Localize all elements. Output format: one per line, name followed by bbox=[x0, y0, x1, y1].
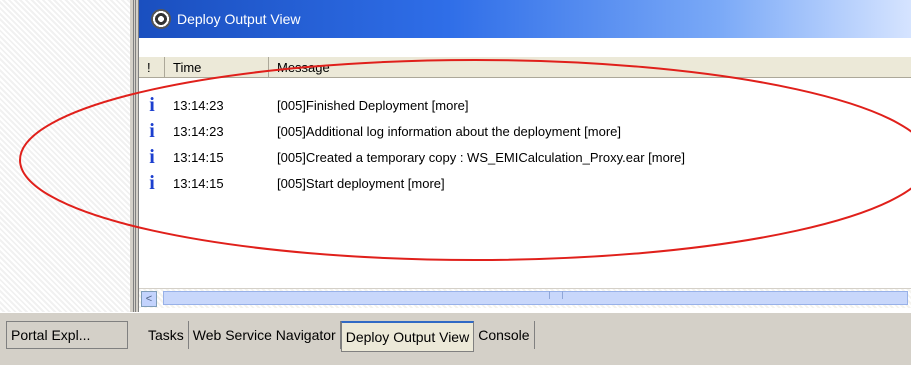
table-row[interactable]: i 13:14:15 [005]Start deployment [more] bbox=[139, 170, 911, 196]
table-row[interactable]: i 13:14:23 [005]Additional log informati… bbox=[139, 118, 911, 144]
splitter[interactable] bbox=[130, 0, 138, 312]
scroll-left-button[interactable]: < bbox=[141, 291, 157, 307]
row-time: 13:14:15 bbox=[173, 149, 224, 165]
horizontal-scrollbar[interactable]: < bbox=[139, 288, 911, 308]
table-row[interactable]: i 13:14:23 [005]Finished Deployment [mor… bbox=[139, 92, 911, 118]
view-tabs: Tasks Web Service Navigator Deploy Outpu… bbox=[144, 321, 535, 352]
view-title: Deploy Output View bbox=[177, 11, 301, 27]
log-table-body: i 13:14:23 [005]Finished Deployment [mor… bbox=[139, 92, 911, 196]
column-time[interactable]: Time bbox=[165, 57, 269, 77]
info-icon: i bbox=[149, 93, 155, 116]
tab-web-service-navigator[interactable]: Web Service Navigator bbox=[188, 321, 341, 349]
row-message: [005]Start deployment [more] bbox=[277, 175, 445, 191]
column-message[interactable]: Message bbox=[269, 57, 911, 77]
scroll-grip-icon bbox=[549, 291, 563, 299]
info-icon: i bbox=[149, 119, 155, 142]
info-icon: i bbox=[149, 171, 155, 194]
row-message: [005]Additional log information about th… bbox=[277, 123, 621, 139]
tab-console[interactable]: Console bbox=[474, 321, 535, 349]
tab-deploy-output-view[interactable]: Deploy Output View bbox=[340, 321, 475, 352]
scroll-thumb[interactable] bbox=[163, 291, 908, 305]
view-title-bar: Deploy Output View bbox=[139, 0, 911, 38]
deploy-output-view: Deploy Output View ! Time Message i 13:1… bbox=[138, 0, 911, 312]
row-time: 13:14:23 bbox=[173, 123, 224, 139]
row-message: [005]Finished Deployment [more] bbox=[277, 97, 469, 113]
row-time: 13:14:23 bbox=[173, 97, 224, 113]
info-icon: i bbox=[149, 145, 155, 168]
table-header: ! Time Message bbox=[139, 56, 911, 78]
row-message: [005]Created a temporary copy : WS_EMICa… bbox=[277, 149, 685, 165]
row-time: 13:14:15 bbox=[173, 175, 224, 191]
left-panel-background bbox=[0, 0, 130, 312]
bottom-tab-bar: Portal Expl... Tasks Web Service Navigat… bbox=[0, 312, 911, 365]
table-row[interactable]: i 13:14:15 [005]Created a temporary copy… bbox=[139, 144, 911, 170]
column-severity[interactable]: ! bbox=[139, 57, 165, 77]
tab-portal-explorer[interactable]: Portal Expl... bbox=[6, 321, 128, 349]
gear-icon bbox=[151, 9, 171, 29]
tab-tasks[interactable]: Tasks bbox=[144, 321, 189, 349]
